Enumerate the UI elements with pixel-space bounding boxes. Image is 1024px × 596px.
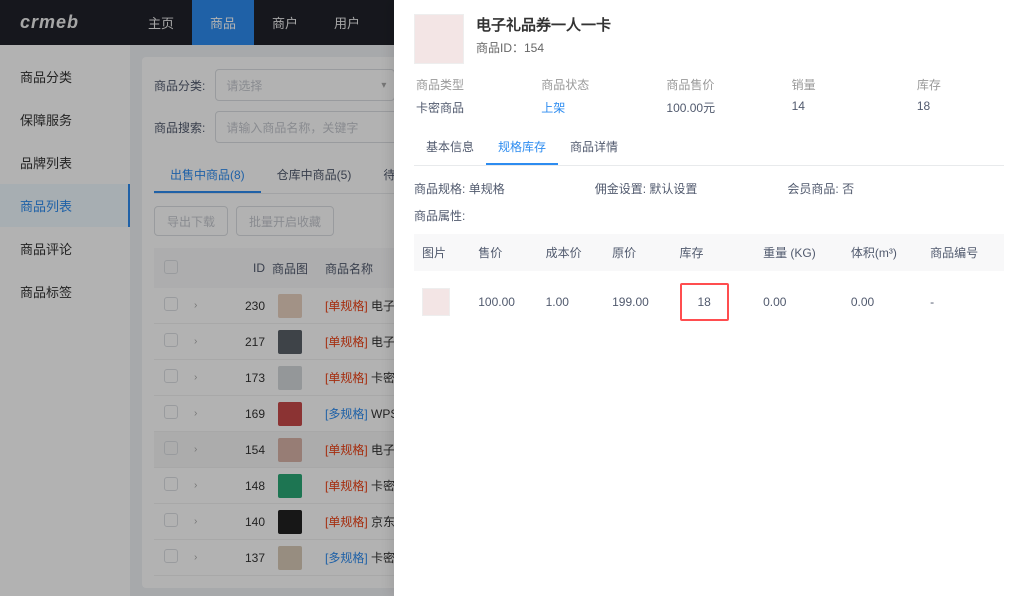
info-label: 商品类型 [416, 76, 501, 93]
cell-cost: 1.00 [538, 271, 605, 333]
info-label: 商品状态 [541, 76, 626, 93]
drawer-tab-0[interactable]: 基本信息 [414, 130, 486, 165]
spec-th: 成本价 [538, 234, 605, 271]
info-value: 上架 [541, 99, 626, 116]
cell-sale: 100.00 [470, 271, 537, 333]
attr-label: 商品属性: [414, 203, 1004, 234]
spec-th: 商品编号 [922, 234, 1004, 271]
spec-th: 原价 [604, 234, 671, 271]
cell-stock-highlight: 18 [680, 283, 729, 321]
spec-th: 体积(m³) [843, 234, 922, 271]
cell-sku: - [922, 271, 1004, 333]
info-value: 14 [792, 99, 877, 113]
spec-th: 售价 [470, 234, 537, 271]
cell-volume: 0.00 [843, 271, 922, 333]
spec-th: 图片 [414, 234, 470, 271]
product-title: 电子礼品券一人一卡 [476, 14, 611, 35]
cell-origin: 199.00 [604, 271, 671, 333]
spec-th: 重量 (KG) [755, 234, 843, 271]
info-label: 商品售价 [666, 76, 751, 93]
drawer-tab-1[interactable]: 规格库存 [486, 130, 558, 165]
spec-row-image [422, 288, 450, 316]
drawer-tab-2[interactable]: 商品详情 [558, 130, 630, 165]
info-value: 卡密商品 [416, 99, 501, 116]
info-label: 销量 [792, 76, 877, 93]
info-value: 18 [917, 99, 1002, 113]
info-label: 库存 [917, 76, 1002, 93]
cell-weight: 0.00 [755, 271, 843, 333]
product-id-label: 商品ID：154 [476, 39, 611, 56]
info-value: 100.00元 [666, 99, 751, 116]
product-drawer: 电子礼品券一人一卡 商品ID：154 商品类型卡密商品 商品状态上架 商品售价 100… [394, 0, 1024, 596]
product-image [414, 14, 464, 64]
spec-th: 库存 [672, 234, 756, 271]
